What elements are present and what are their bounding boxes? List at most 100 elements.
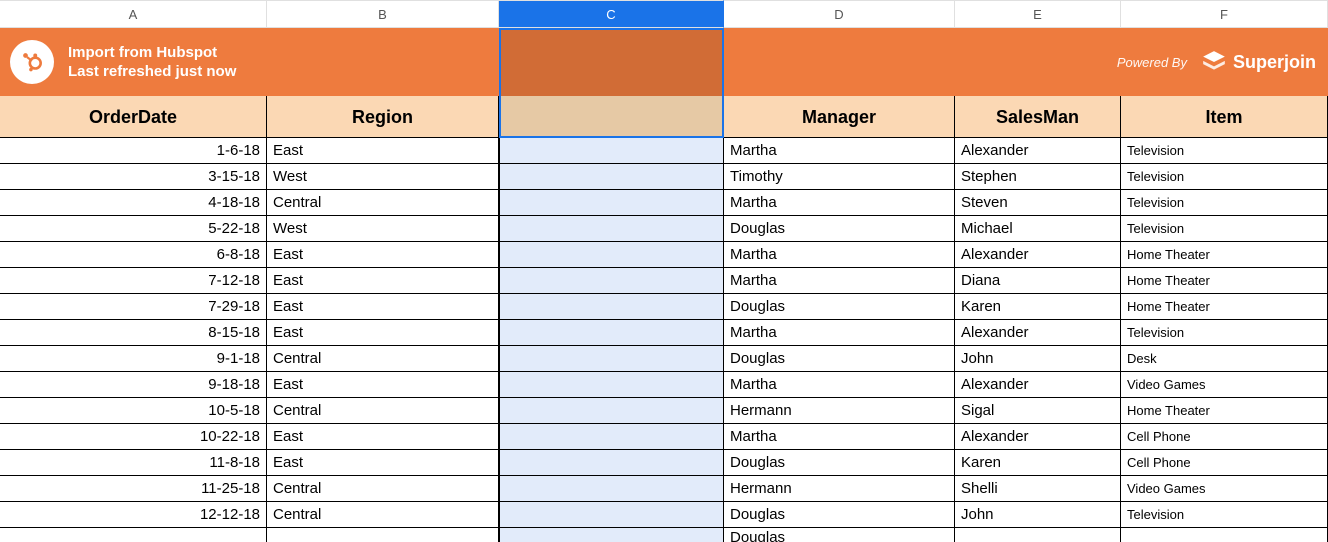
cell-e-partial[interactable] bbox=[955, 528, 1121, 542]
cell-e-12[interactable]: Karen bbox=[955, 450, 1121, 476]
cell-c-2[interactable] bbox=[499, 190, 724, 216]
cell-f-5[interactable]: Home Theater bbox=[1121, 268, 1328, 294]
cell-e-7[interactable]: Alexander bbox=[955, 320, 1121, 346]
cell-b-14[interactable]: Central bbox=[267, 502, 499, 528]
cell-d-12[interactable]: Douglas bbox=[724, 450, 955, 476]
cell-d-3[interactable]: Douglas bbox=[724, 216, 955, 242]
cell-e-5[interactable]: Diana bbox=[955, 268, 1121, 294]
cell-e-0[interactable]: Alexander bbox=[955, 138, 1121, 164]
cell-d-4[interactable]: Martha bbox=[724, 242, 955, 268]
header-item[interactable]: Item bbox=[1121, 96, 1328, 138]
cell-e-4[interactable]: Alexander bbox=[955, 242, 1121, 268]
cell-f-11[interactable]: Cell Phone bbox=[1121, 424, 1328, 450]
cell-c-9[interactable] bbox=[499, 372, 724, 398]
cell-a-7[interactable]: 8-15-18 bbox=[0, 320, 267, 346]
col-header-b[interactable]: B bbox=[267, 0, 499, 28]
cell-c-4[interactable] bbox=[499, 242, 724, 268]
cell-b-12[interactable]: East bbox=[267, 450, 499, 476]
cell-e-1[interactable]: Stephen bbox=[955, 164, 1121, 190]
cell-e-6[interactable]: Karen bbox=[955, 294, 1121, 320]
cell-f-3[interactable]: Television bbox=[1121, 216, 1328, 242]
cell-a-2[interactable]: 4-18-18 bbox=[0, 190, 267, 216]
cell-b-7[interactable]: East bbox=[267, 320, 499, 346]
cell-f-12[interactable]: Cell Phone bbox=[1121, 450, 1328, 476]
cell-e-2[interactable]: Steven bbox=[955, 190, 1121, 216]
cell-f-0[interactable]: Television bbox=[1121, 138, 1328, 164]
cell-f-9[interactable]: Video Games bbox=[1121, 372, 1328, 398]
cell-e-9[interactable]: Alexander bbox=[955, 372, 1121, 398]
cell-d-5[interactable]: Martha bbox=[724, 268, 955, 294]
cell-a-9[interactable]: 9-18-18 bbox=[0, 372, 267, 398]
cell-d-0[interactable]: Martha bbox=[724, 138, 955, 164]
cell-f-13[interactable]: Video Games bbox=[1121, 476, 1328, 502]
cell-b-partial[interactable] bbox=[267, 528, 499, 542]
cell-c-7[interactable] bbox=[499, 320, 724, 346]
cell-c-1[interactable] bbox=[499, 164, 724, 190]
cell-b-6[interactable]: East bbox=[267, 294, 499, 320]
cell-e-11[interactable]: Alexander bbox=[955, 424, 1121, 450]
cell-f-partial[interactable] bbox=[1121, 528, 1328, 542]
cell-a-8[interactable]: 9-1-18 bbox=[0, 346, 267, 372]
cell-d-2[interactable]: Martha bbox=[724, 190, 955, 216]
cell-b-8[interactable]: Central bbox=[267, 346, 499, 372]
cell-d-10[interactable]: Hermann bbox=[724, 398, 955, 424]
cell-a-14[interactable]: 12-12-18 bbox=[0, 502, 267, 528]
header-empty-c[interactable] bbox=[499, 96, 724, 138]
col-header-f[interactable]: F bbox=[1121, 0, 1328, 28]
cell-c-12[interactable] bbox=[499, 450, 724, 476]
cell-d-13[interactable]: Hermann bbox=[724, 476, 955, 502]
col-header-c[interactable]: C bbox=[499, 0, 724, 28]
cell-d-9[interactable]: Martha bbox=[724, 372, 955, 398]
cell-e-3[interactable]: Michael bbox=[955, 216, 1121, 242]
cell-a-12[interactable]: 11-8-18 bbox=[0, 450, 267, 476]
cell-d-1[interactable]: Timothy bbox=[724, 164, 955, 190]
cell-e-14[interactable]: John bbox=[955, 502, 1121, 528]
cell-b-1[interactable]: West bbox=[267, 164, 499, 190]
cell-a-partial[interactable] bbox=[0, 528, 267, 542]
cell-a-10[interactable]: 10-5-18 bbox=[0, 398, 267, 424]
cell-f-1[interactable]: Television bbox=[1121, 164, 1328, 190]
cell-c-partial[interactable] bbox=[499, 528, 724, 542]
header-salesman[interactable]: SalesMan bbox=[955, 96, 1121, 138]
cell-c-13[interactable] bbox=[499, 476, 724, 502]
cell-d-14[interactable]: Douglas bbox=[724, 502, 955, 528]
cell-f-2[interactable]: Television bbox=[1121, 190, 1328, 216]
cell-c-5[interactable] bbox=[499, 268, 724, 294]
header-orderdate[interactable]: OrderDate bbox=[0, 96, 267, 138]
col-header-d[interactable]: D bbox=[724, 0, 955, 28]
cell-c-0[interactable] bbox=[499, 138, 724, 164]
cell-f-4[interactable]: Home Theater bbox=[1121, 242, 1328, 268]
cell-e-10[interactable]: Sigal bbox=[955, 398, 1121, 424]
cell-c-6[interactable] bbox=[499, 294, 724, 320]
cell-b-9[interactable]: East bbox=[267, 372, 499, 398]
cell-d-11[interactable]: Martha bbox=[724, 424, 955, 450]
header-manager[interactable]: Manager bbox=[724, 96, 955, 138]
cell-b-10[interactable]: Central bbox=[267, 398, 499, 424]
cell-d-partial[interactable]: Douglas bbox=[724, 528, 955, 542]
cell-e-13[interactable]: Shelli bbox=[955, 476, 1121, 502]
cell-b-13[interactable]: Central bbox=[267, 476, 499, 502]
cell-d-7[interactable]: Martha bbox=[724, 320, 955, 346]
cell-b-4[interactable]: East bbox=[267, 242, 499, 268]
cell-f-14[interactable]: Television bbox=[1121, 502, 1328, 528]
cell-a-0[interactable]: 1-6-18 bbox=[0, 138, 267, 164]
cell-d-6[interactable]: Douglas bbox=[724, 294, 955, 320]
cell-f-10[interactable]: Home Theater bbox=[1121, 398, 1328, 424]
col-header-a[interactable]: A bbox=[0, 0, 267, 28]
cell-a-5[interactable]: 7-12-18 bbox=[0, 268, 267, 294]
cell-a-4[interactable]: 6-8-18 bbox=[0, 242, 267, 268]
cell-b-3[interactable]: West bbox=[267, 216, 499, 242]
cell-c-10[interactable] bbox=[499, 398, 724, 424]
cell-b-5[interactable]: East bbox=[267, 268, 499, 294]
cell-a-13[interactable]: 11-25-18 bbox=[0, 476, 267, 502]
cell-f-7[interactable]: Television bbox=[1121, 320, 1328, 346]
cell-a-11[interactable]: 10-22-18 bbox=[0, 424, 267, 450]
cell-c-3[interactable] bbox=[499, 216, 724, 242]
col-header-e[interactable]: E bbox=[955, 0, 1121, 28]
cell-c-11[interactable] bbox=[499, 424, 724, 450]
cell-e-8[interactable]: John bbox=[955, 346, 1121, 372]
cell-b-0[interactable]: East bbox=[267, 138, 499, 164]
cell-a-6[interactable]: 7-29-18 bbox=[0, 294, 267, 320]
cell-c-8[interactable] bbox=[499, 346, 724, 372]
cell-b-2[interactable]: Central bbox=[267, 190, 499, 216]
